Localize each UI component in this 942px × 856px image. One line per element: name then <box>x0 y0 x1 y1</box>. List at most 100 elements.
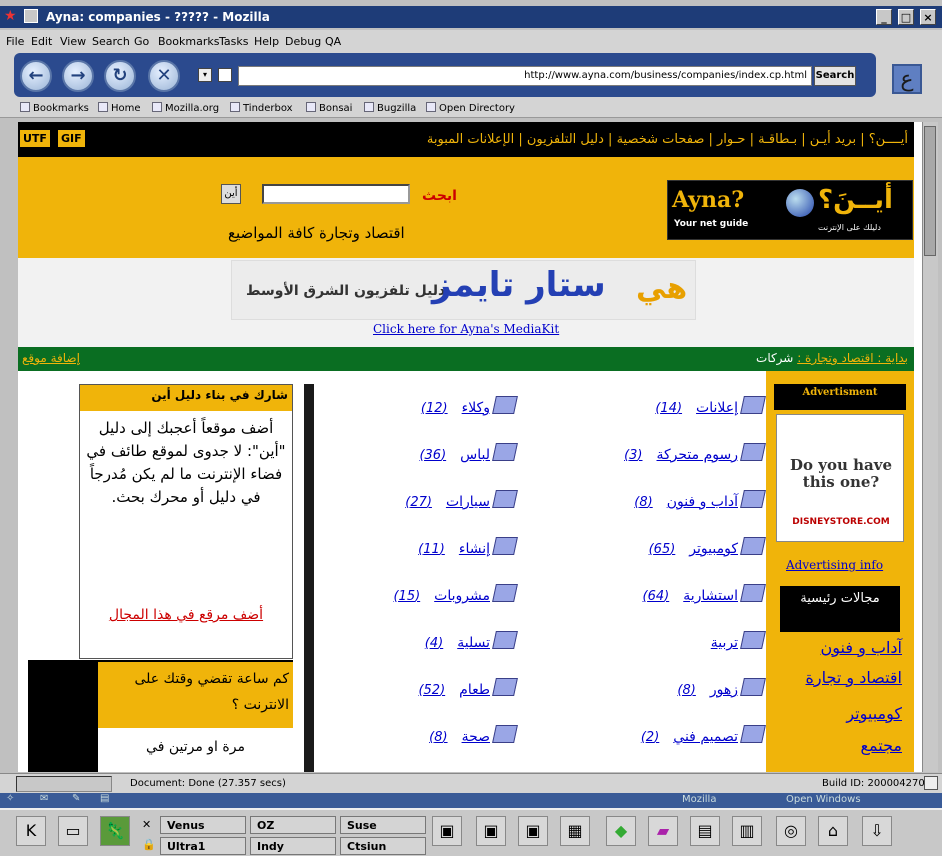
menu-qa[interactable]: QA <box>325 35 341 48</box>
add-site-link[interactable]: إضافة موقع <box>22 351 80 365</box>
category-item[interactable]: كومبيوتر(65) <box>558 537 766 565</box>
home-folder-icon[interactable]: ⌂ <box>818 816 848 846</box>
category-item[interactable]: لباس(36) <box>350 443 518 471</box>
category-item[interactable]: آداب و فنون(8) <box>558 490 766 518</box>
menu-search[interactable]: Search <box>92 35 130 48</box>
logo-subtitle: Your net guide <box>674 219 749 229</box>
site-top-nav[interactable]: أيــــن؟ | بريد أيـن | بـطاقـة | حـوار |… <box>108 132 908 147</box>
bookmark-mozilla[interactable]: Mozilla.org <box>152 102 219 114</box>
add-site-in-category-link[interactable]: أضف مرقع في هذا المجال <box>84 607 288 623</box>
site-search-button[interactable]: أين <box>221 184 241 204</box>
startimes-banner[interactable]: دليل تلفزيون الشرق الأوسط ستار تايمز هي <box>231 260 696 320</box>
main-section-link[interactable]: آداب و فنون <box>821 638 902 657</box>
desktop-ctsiun[interactable]: Ctsiun <box>340 837 426 855</box>
utf-badge[interactable]: UTF <box>20 130 50 147</box>
scrollbar-thumb[interactable] <box>924 126 936 256</box>
kde-menu-icon[interactable]: K <box>16 816 46 846</box>
back-icon[interactable]: ← <box>20 60 52 92</box>
printer-icon[interactable]: ▥ <box>732 816 762 846</box>
close-button[interactable]: × <box>920 9 936 25</box>
category-item[interactable]: تربية <box>558 631 766 659</box>
lizard-icon[interactable]: 🦎 <box>100 816 130 846</box>
menu-help[interactable]: Help <box>254 35 279 48</box>
category-item[interactable]: تصميم فني(2) <box>558 725 766 753</box>
search-scope-radio[interactable]: اقتصاد وتجارة كافة المواضيع <box>228 224 405 242</box>
history-dropdown-icon[interactable]: ▾ <box>198 68 212 82</box>
bookmark-tinderbox[interactable]: Tinderbox <box>230 102 293 114</box>
desktop-suse[interactable]: Suse <box>340 816 426 834</box>
close-desk-icon[interactable]: ✕ <box>142 818 151 831</box>
navigator-icon[interactable]: ✧ <box>6 793 14 804</box>
maximize-button[interactable]: □ <box>898 9 914 25</box>
category-item[interactable]: طعام(52) <box>350 678 518 706</box>
folder-icon <box>492 490 518 508</box>
menu-bookmarks[interactable]: Bookmarks <box>158 35 219 48</box>
open-windows-label[interactable]: Open Windows <box>786 794 861 805</box>
window-menu-button[interactable] <box>24 9 38 23</box>
desktop-indy[interactable]: Indy <box>250 837 336 855</box>
menu-tasks[interactable]: Tasks <box>219 35 248 48</box>
mediakit-link[interactable]: Click here for Ayna's MediaKit <box>373 322 559 336</box>
bookmark-bonsai[interactable]: Bonsai <box>306 102 352 114</box>
page-proxy-icon[interactable] <box>218 68 232 82</box>
calculator-icon[interactable]: ▤ <box>690 816 720 846</box>
cubes-icon[interactable]: ◆ <box>606 816 636 846</box>
category-item[interactable]: زهور(8) <box>558 678 766 706</box>
cdrom-icon[interactable]: ◎ <box>776 816 806 846</box>
monitor-icon[interactable]: ▣ <box>432 816 462 846</box>
reload-icon[interactable]: ↻ <box>104 60 136 92</box>
menu-view[interactable]: View <box>60 35 86 48</box>
category-item[interactable]: إنشاء(11) <box>350 537 518 565</box>
category-item[interactable]: سيارات(27) <box>350 490 518 518</box>
minimize-button[interactable]: _ <box>876 9 892 25</box>
category-item[interactable]: وكلاء(12) <box>350 396 518 424</box>
mail-icon[interactable]: ✉ <box>40 793 48 804</box>
category-item[interactable]: رسوم متحركة(3) <box>558 443 766 471</box>
app-star-icon[interactable]: ★ <box>4 8 17 24</box>
stop-icon[interactable]: ✕ <box>148 60 180 92</box>
url-input[interactable]: http://www.ayna.com/business/companies/i… <box>238 66 812 86</box>
advertising-info-link[interactable]: Advertising info <box>786 558 883 572</box>
terminal-icon[interactable]: ▣ <box>518 816 548 846</box>
main-section-link[interactable]: اقتصاد و تجارة <box>806 668 902 687</box>
bookmark-bookmarks[interactable]: Bookmarks <box>20 102 89 114</box>
network-icon[interactable]: ⇩ <box>862 816 892 846</box>
window-list-icon[interactable]: ▭ <box>58 816 88 846</box>
lock-icon[interactable]: 🔒 <box>142 838 156 851</box>
desktop-oz[interactable]: OZ <box>250 816 336 834</box>
site-search-input[interactable] <box>262 184 410 204</box>
gif-badge[interactable]: GIF <box>58 130 85 147</box>
addressbook-icon[interactable]: ▤ <box>100 793 109 804</box>
book-icon[interactable]: ▰ <box>648 816 678 846</box>
category-item[interactable]: مشروبات(15) <box>350 584 518 612</box>
ayna-logo[interactable]: Ayna? Your net guide أيــنَ؟ دليلك على ا… <box>667 180 913 240</box>
menu-edit[interactable]: Edit <box>31 35 52 48</box>
bookmark-home[interactable]: Home <box>98 102 141 114</box>
terminal-icon[interactable]: ▣ <box>476 816 506 846</box>
disney-ad[interactable]: Do you have this one? DISNEYSTORE.COM <box>776 414 904 542</box>
poll-option[interactable]: مرة او مرتين في <box>98 728 293 772</box>
desktop-venus[interactable]: Venus <box>160 816 246 834</box>
advertisement-header: Advertisment <box>774 384 906 410</box>
bookmark-bugzilla[interactable]: Bugzilla <box>364 102 416 114</box>
category-item[interactable]: إعلانات(14) <box>558 396 766 424</box>
main-section-link[interactable]: كومبيوتر <box>846 704 902 723</box>
menu-file[interactable]: File <box>6 35 24 48</box>
menu-debug[interactable]: Debug <box>285 35 321 48</box>
composer-icon[interactable]: ✎ <box>72 793 80 804</box>
throbber-icon[interactable]: ع <box>892 64 922 94</box>
category-item[interactable]: صحة(8) <box>350 725 518 753</box>
shell-icon[interactable]: ▦ <box>560 816 590 846</box>
category-item[interactable]: تسلية(4) <box>350 631 518 659</box>
poll-question: كم ساعة تقضي وقتك على الانترنت ؟ <box>98 662 293 728</box>
forward-icon[interactable]: → <box>62 60 94 92</box>
search-button[interactable]: Search <box>814 66 856 86</box>
desktop-ultra1[interactable]: Ultra1 <box>160 837 246 855</box>
ad-text: Do you have this one? <box>790 456 892 491</box>
bookmark-open-directory[interactable]: Open Directory <box>426 102 515 114</box>
main-section-link[interactable]: مجتمع <box>861 736 903 755</box>
breadcrumb-path[interactable]: بداية : اقتصاد وتجارة : <box>797 351 908 365</box>
security-lock-icon[interactable] <box>924 776 938 790</box>
menu-go[interactable]: Go <box>134 35 149 48</box>
category-item[interactable]: استشارية(64) <box>558 584 766 612</box>
